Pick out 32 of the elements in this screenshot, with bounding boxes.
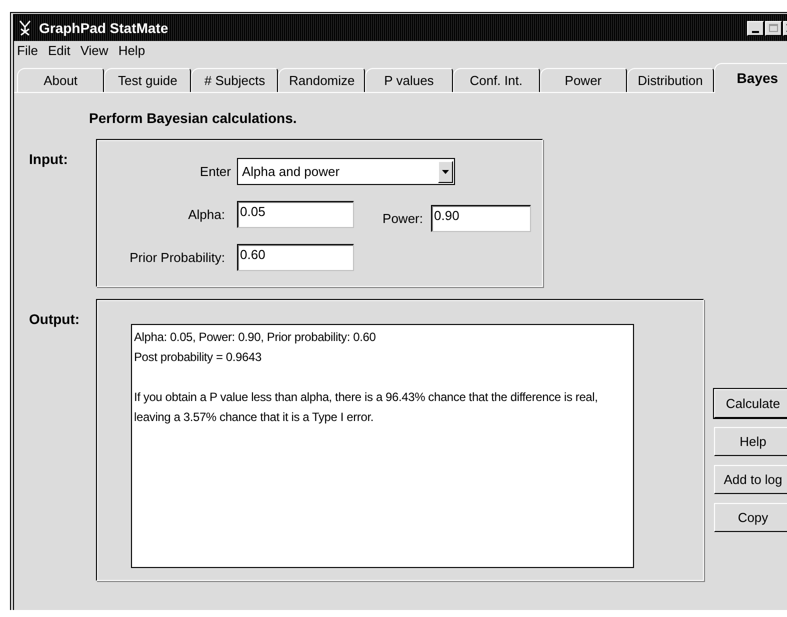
tab[interactable]: P values bbox=[365, 68, 453, 92]
output-text: If you obtain a P value less than alpha, there is a 96.43% chance that the difference is real, leaving a 3.57% chance that it is a Type I error. bbox=[134, 389, 599, 426]
power-field[interactable]: 0.90 bbox=[431, 205, 531, 232]
tab[interactable]: Conf. Int. bbox=[452, 68, 540, 92]
menu-item[interactable]: View bbox=[80, 41, 108, 61]
action-button[interactable]: Calculate bbox=[714, 389, 787, 418]
tab[interactable]: Bayes bbox=[714, 63, 787, 93]
action-button[interactable]: Copy bbox=[714, 503, 787, 532]
heading: Perform Bayesian calculations. bbox=[89, 109, 298, 128]
tab[interactable]: Randomize bbox=[278, 68, 366, 92]
output-text: Post probability = 0.9643 bbox=[134, 349, 262, 366]
tab[interactable]: Test guide bbox=[104, 68, 192, 92]
enter-label: Enter bbox=[198, 162, 232, 181]
enter-dropdown[interactable]: Alpha and power bbox=[237, 158, 455, 185]
tab[interactable]: Distribution bbox=[626, 68, 714, 92]
action-button[interactable]: Add to log bbox=[714, 465, 787, 494]
input-label: Input: bbox=[29, 150, 69, 169]
power-label: Power: bbox=[382, 210, 424, 228]
prior-probability-field[interactable]: 0.60 bbox=[237, 244, 354, 271]
menu-item[interactable]: Help bbox=[118, 41, 146, 61]
window-title: GraphPad StatMate bbox=[39, 18, 168, 38]
alpha-field[interactable]: 0.05 bbox=[237, 201, 354, 228]
menu-item[interactable]: Edit bbox=[48, 41, 70, 61]
tab[interactable]: # Subjects bbox=[191, 68, 278, 92]
menu-item[interactable]: File bbox=[17, 41, 38, 61]
output-text: Alpha: 0.05, Power: 0.90, Prior probability: 0.60 bbox=[134, 329, 377, 346]
alpha-label: Alpha: bbox=[187, 206, 226, 224]
tab[interactable]: Power bbox=[540, 68, 627, 92]
prior-probability-label: Prior Probability: bbox=[128, 248, 226, 267]
tab[interactable]: About bbox=[17, 68, 104, 92]
action-button[interactable]: Help bbox=[714, 427, 787, 456]
output-label: Output: bbox=[29, 310, 81, 329]
